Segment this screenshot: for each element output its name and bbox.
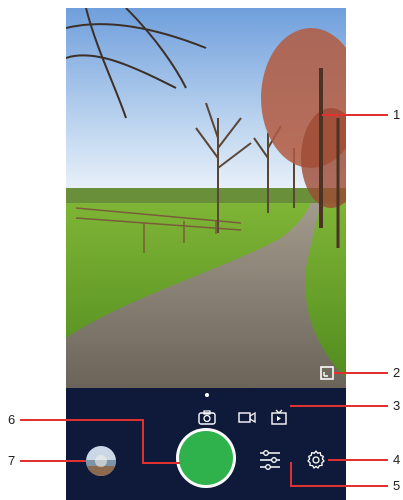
fullscreen-button[interactable] — [320, 366, 334, 380]
camera-icon — [198, 410, 216, 425]
gallery-image — [86, 446, 116, 476]
callout-line-5a — [290, 462, 292, 486]
camera-app — [66, 8, 346, 500]
callout-line-4 — [328, 459, 388, 461]
callout-label-7: 7 — [8, 453, 16, 468]
callout-line-6a — [20, 419, 142, 421]
callout-line-3 — [290, 405, 388, 407]
callout-line-6b — [142, 419, 144, 463]
callout-label-1: 1 — [393, 107, 401, 122]
callout-label-6: 6 — [8, 412, 16, 427]
photo-mode-button[interactable] — [197, 408, 217, 426]
viewfinder-scene — [66, 8, 346, 388]
callout-line-7 — [20, 460, 86, 462]
gallery-thumbnail[interactable] — [86, 446, 116, 476]
timelapse-mode-button[interactable] — [269, 408, 289, 426]
viewfinder — [66, 8, 346, 388]
callout-line-2 — [334, 372, 388, 374]
shutter-button[interactable] — [176, 428, 236, 488]
video-icon — [238, 411, 256, 424]
callout-label-4: 4 — [393, 452, 401, 467]
callout-line-6c — [142, 462, 180, 464]
callout-label-3: 3 — [393, 398, 401, 413]
settings-button[interactable] — [304, 448, 328, 472]
callout-label-2: 2 — [393, 365, 401, 380]
sliders-icon — [260, 450, 280, 470]
active-mode-indicator — [205, 393, 209, 397]
fullscreen-icon — [320, 366, 334, 380]
callout-line-1 — [322, 114, 388, 116]
timelapse-icon — [271, 409, 287, 425]
video-mode-button[interactable] — [237, 408, 257, 426]
filters-button[interactable] — [258, 448, 282, 472]
callout-label-5: 5 — [393, 478, 401, 493]
gear-icon — [307, 450, 325, 469]
shutter-inner — [179, 431, 233, 485]
callout-line-5b — [290, 485, 388, 487]
